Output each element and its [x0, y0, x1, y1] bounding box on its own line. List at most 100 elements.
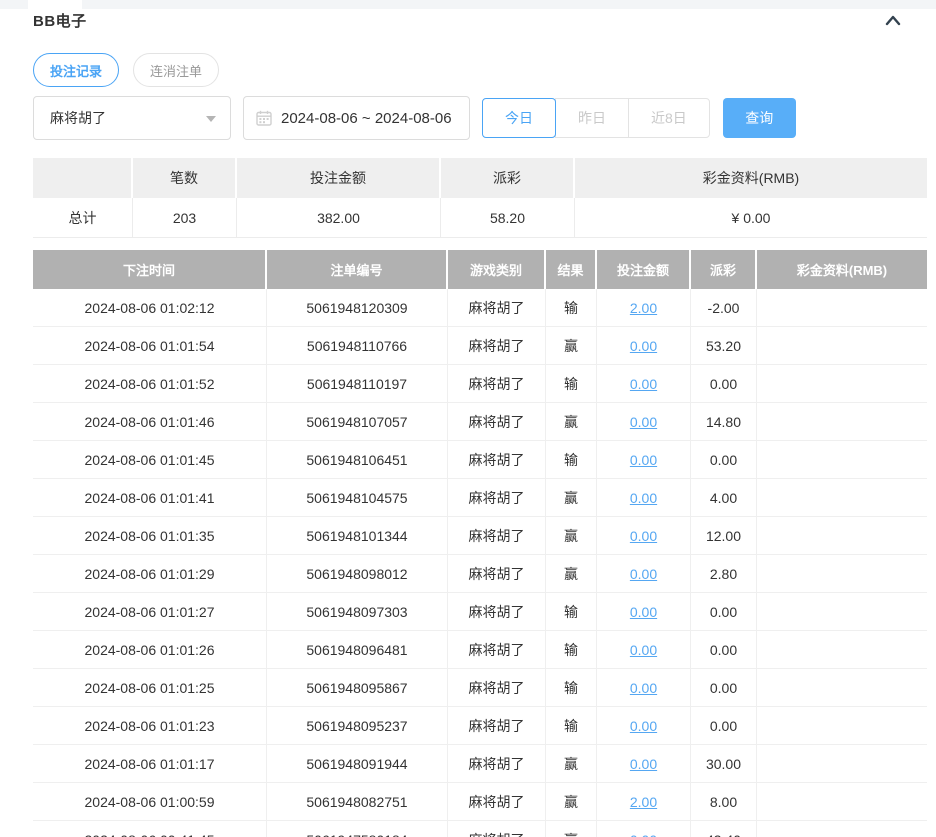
date-range-picker[interactable]: 2024-08-06 ~ 2024-08-06	[243, 96, 470, 140]
cell-payout: 2.80	[691, 555, 757, 593]
quick-date-group: 今日 昨日 近8日	[482, 98, 710, 138]
cell-bet-amount: 0.00	[597, 441, 691, 479]
table-row: 2024-08-06 01:01:29 5061948098012 麻将胡了 赢…	[33, 555, 927, 593]
calendar-icon	[256, 110, 272, 126]
cell-bet-amount: 0.00	[597, 821, 691, 837]
cell-order-id: 5061948106451	[267, 441, 448, 479]
cell-jackpot	[757, 783, 927, 821]
cell-result: 输	[546, 289, 597, 327]
cell-payout: -2.00	[691, 289, 757, 327]
detail-header-result: 结果	[546, 250, 597, 289]
cell-time: 2024-08-06 01:01:35	[33, 517, 267, 555]
bet-amount-link[interactable]: 0.00	[630, 490, 657, 506]
panel-header: BB电子	[33, 10, 916, 34]
cell-time: 2024-08-06 00:41:45	[33, 821, 267, 837]
cell-payout: 0.00	[691, 365, 757, 403]
bet-records-panel: BB电子 投注记录 连消注单 麻将胡了 2024-08-06 ~ 2024-08…	[0, 0, 936, 837]
cell-jackpot	[757, 707, 927, 745]
cell-game: 麻将胡了	[448, 669, 546, 707]
cell-time: 2024-08-06 01:01:46	[33, 403, 267, 441]
cell-bet-amount: 0.00	[597, 707, 691, 745]
cell-result: 赢	[546, 555, 597, 593]
game-select-value: 麻将胡了	[50, 110, 106, 126]
bet-amount-link[interactable]: 0.00	[630, 642, 657, 658]
cell-order-id: 5061948082751	[267, 783, 448, 821]
cell-payout: 0.00	[691, 631, 757, 669]
cell-time: 2024-08-06 01:01:52	[33, 365, 267, 403]
cell-time: 2024-08-06 01:01:27	[33, 593, 267, 631]
cell-payout: 12.00	[691, 517, 757, 555]
cell-bet-amount: 0.00	[597, 479, 691, 517]
cell-bet-amount: 0.00	[597, 593, 691, 631]
cell-bet-amount: 0.00	[597, 365, 691, 403]
cell-bet-amount: 0.00	[597, 517, 691, 555]
cell-time: 2024-08-06 01:01:54	[33, 327, 267, 365]
game-select[interactable]: 麻将胡了	[33, 96, 231, 140]
bet-amount-link[interactable]: 2.00	[630, 794, 657, 810]
bet-amount-link[interactable]: 0.00	[630, 338, 657, 354]
date-range-value: 2024-08-06 ~ 2024-08-06	[281, 109, 452, 127]
cell-result: 输	[546, 441, 597, 479]
cell-order-id: 5061948120309	[267, 289, 448, 327]
cell-game: 麻将胡了	[448, 631, 546, 669]
bet-amount-link[interactable]: 0.00	[630, 604, 657, 620]
quick-last8days-button[interactable]: 近8日	[628, 98, 710, 138]
table-row: 2024-08-06 01:01:54 5061948110766 麻将胡了 赢…	[33, 327, 927, 365]
bet-amount-link[interactable]: 0.00	[630, 452, 657, 468]
summary-header-row: 笔数 投注金额 派彩 彩金资料(RMB)	[33, 158, 927, 198]
cell-result: 输	[546, 631, 597, 669]
bet-amount-link[interactable]: 0.00	[630, 718, 657, 734]
bet-amount-link[interactable]: 2.00	[630, 300, 657, 316]
cell-payout: 0.00	[691, 707, 757, 745]
quick-yesterday-button[interactable]: 昨日	[555, 98, 629, 138]
summary-total-bet-amount: 382.00	[237, 198, 441, 238]
cell-jackpot	[757, 441, 927, 479]
cell-time: 2024-08-06 01:02:12	[33, 289, 267, 327]
summary-total-jackpot: ¥ 0.00	[575, 198, 927, 238]
bet-amount-link[interactable]: 0.00	[630, 414, 657, 430]
bet-amount-link[interactable]: 0.00	[630, 832, 657, 837]
table-row: 2024-08-06 01:00:59 5061948082751 麻将胡了 赢…	[33, 783, 927, 821]
summary-total-payout: 58.20	[441, 198, 575, 238]
cell-payout: 30.00	[691, 745, 757, 783]
cell-jackpot	[757, 479, 927, 517]
search-button[interactable]: 查询	[722, 98, 796, 138]
cell-game: 麻将胡了	[448, 479, 546, 517]
filter-bar: 麻将胡了 2024-08-06 ~ 2024-08-06 今日 昨日 近8日 查…	[33, 96, 796, 140]
cell-result: 赢	[546, 517, 597, 555]
cell-order-id: 5061947580184	[267, 821, 448, 837]
detail-header-payout: 派彩	[691, 250, 757, 289]
bet-amount-link[interactable]: 0.00	[630, 680, 657, 696]
cell-time: 2024-08-06 01:01:41	[33, 479, 267, 517]
bet-amount-link[interactable]: 0.00	[630, 756, 657, 772]
summary-header-payout: 派彩	[441, 158, 575, 198]
bet-amount-link[interactable]: 0.00	[630, 566, 657, 582]
quick-today-button[interactable]: 今日	[482, 98, 556, 138]
cell-payout: 0.00	[691, 441, 757, 479]
cell-order-id: 5061948098012	[267, 555, 448, 593]
detail-header-game: 游戏类别	[448, 250, 546, 289]
cell-result: 赢	[546, 327, 597, 365]
summary-total-row: 总计 203 382.00 58.20 ¥ 0.00	[33, 198, 927, 238]
table-row: 2024-08-06 01:01:46 5061948107057 麻将胡了 赢…	[33, 403, 927, 441]
tab-bar: 投注记录 连消注单	[33, 53, 220, 87]
cell-time: 2024-08-06 01:01:26	[33, 631, 267, 669]
cell-order-id: 5061948095237	[267, 707, 448, 745]
bet-amount-link[interactable]: 0.00	[630, 376, 657, 392]
tab-bet-records[interactable]: 投注记录	[33, 53, 120, 87]
cell-order-id: 5061948101344	[267, 517, 448, 555]
detail-header-jackpot: 彩金资料(RMB)	[757, 250, 927, 289]
cell-time: 2024-08-06 01:01:25	[33, 669, 267, 707]
cell-order-id: 5061948097303	[267, 593, 448, 631]
cell-jackpot	[757, 403, 927, 441]
cell-order-id: 5061948096481	[267, 631, 448, 669]
detail-header-row: 下注时间 注单编号 游戏类别 结果 投注金额 派彩 彩金资料(RMB)	[33, 250, 927, 289]
cell-jackpot	[757, 289, 927, 327]
bet-amount-link[interactable]: 0.00	[630, 528, 657, 544]
cell-jackpot	[757, 517, 927, 555]
chevron-up-icon[interactable]	[882, 11, 904, 33]
tab-cancelled-orders[interactable]: 连消注单	[133, 53, 220, 87]
cell-jackpot	[757, 631, 927, 669]
cell-jackpot	[757, 821, 927, 837]
cell-bet-amount: 0.00	[597, 631, 691, 669]
